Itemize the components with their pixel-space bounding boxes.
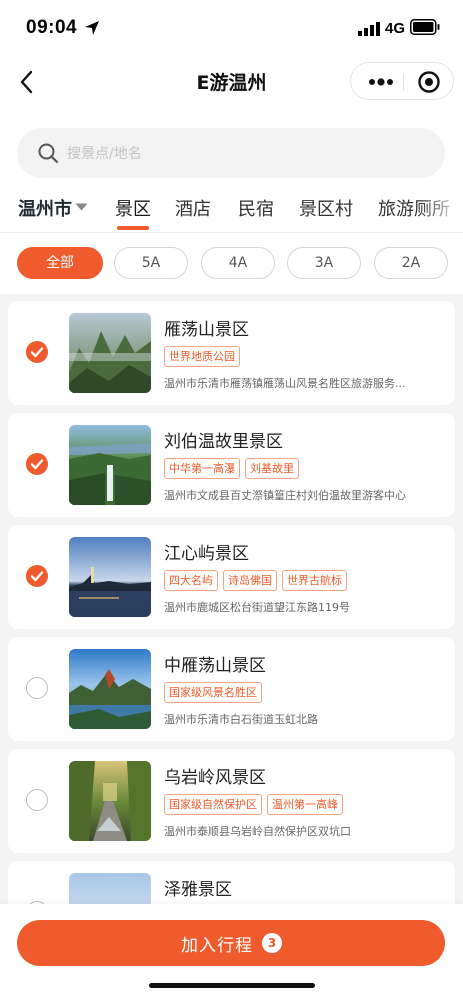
tag-list: 世界地质公园 bbox=[164, 345, 245, 367]
signal-icon bbox=[358, 22, 380, 36]
filter-3a[interactable]: 3A bbox=[287, 247, 361, 279]
checkbox-checked[interactable] bbox=[26, 341, 48, 363]
check-icon bbox=[30, 571, 44, 582]
tab-homestays[interactable]: 民宿 bbox=[238, 195, 274, 221]
spot-address: 温州市乐清市白石街道玉虹北路 bbox=[164, 713, 318, 726]
more-dots-icon[interactable] bbox=[368, 74, 394, 90]
checkbox-checked[interactable] bbox=[26, 565, 48, 587]
spot-address: 温州市乐清市雁荡镇雁荡山风景名胜区旅游服务... bbox=[164, 377, 406, 390]
tag: 诗岛佛国 bbox=[223, 570, 277, 591]
spot-name: 雁荡山景区 bbox=[164, 320, 249, 340]
tabs-divider bbox=[0, 232, 463, 233]
spot-address: 温州市鹿城区松台街道望江东路119号 bbox=[164, 601, 350, 614]
checkbox-checked[interactable] bbox=[26, 453, 48, 475]
search-placeholder: 搜景点/地名 bbox=[67, 146, 142, 162]
mini-program-capsule bbox=[350, 62, 454, 100]
nav-bar: E游温州 bbox=[0, 56, 463, 108]
list-item[interactable]: 乌岩岭风景区 国家级自然保护区 温州第一高峰 温州市泰顺县乌岩岭自然保护区双坑口 bbox=[8, 749, 455, 853]
caret-down-icon[interactable] bbox=[75, 203, 88, 211]
list-item[interactable]: 雁荡山景区 世界地质公园 温州市乐清市雁荡镇雁荡山风景名胜区旅游服务... bbox=[8, 301, 455, 405]
tag-list: 中华第一高瀑 刘基故里 bbox=[164, 457, 304, 479]
tab-scenic-villages[interactable]: 景区村 bbox=[299, 195, 353, 221]
tag: 世界古航标 bbox=[282, 570, 347, 591]
status-time: 09:04 bbox=[26, 17, 78, 38]
selected-count-badge: 3 bbox=[262, 933, 282, 953]
scenic-photo bbox=[69, 537, 151, 617]
active-tab-indicator bbox=[117, 226, 149, 230]
search-input[interactable]: 搜景点/地名 bbox=[17, 128, 445, 178]
tag: 温州第一高峰 bbox=[267, 794, 343, 815]
spot-name: 江心屿景区 bbox=[164, 544, 249, 564]
spot-address: 温州市泰顺县乌岩岭自然保护区双坑口 bbox=[164, 825, 351, 838]
scenic-photo bbox=[69, 313, 151, 393]
scenic-photo bbox=[69, 761, 151, 841]
tag-list: 国家级自然保护区 温州第一高峰 bbox=[164, 793, 348, 815]
filter-4a[interactable]: 4A bbox=[201, 247, 275, 279]
battery-icon bbox=[410, 19, 440, 35]
add-to-itinerary-label: 加入行程 bbox=[181, 936, 253, 956]
list-item[interactable]: 江心屿景区 四大名屿 诗岛佛国 世界古航标 温州市鹿城区松台街道望江东路119号 bbox=[8, 525, 455, 629]
check-icon bbox=[30, 347, 44, 358]
category-tabs: 温州市 景区 酒店 民宿 景区村 旅游厕所 bbox=[0, 186, 463, 232]
add-to-itinerary-button[interactable]: 加入行程 3 bbox=[17, 920, 445, 966]
checkbox-unchecked[interactable] bbox=[26, 677, 48, 699]
tag: 国家级风景名胜区 bbox=[164, 682, 262, 703]
tag: 国家级自然保护区 bbox=[164, 794, 262, 815]
city-selector[interactable]: 温州市 bbox=[18, 195, 72, 221]
checkbox-unchecked[interactable] bbox=[26, 789, 48, 811]
tag: 四大名屿 bbox=[164, 570, 218, 591]
spot-name: 中雁荡山景区 bbox=[164, 656, 266, 676]
tab-scenic-spots[interactable]: 景区 bbox=[115, 195, 151, 221]
home-indicator bbox=[149, 983, 315, 988]
spot-name: 泽雅景区 bbox=[164, 880, 232, 900]
capsule-divider bbox=[403, 73, 404, 91]
target-close-icon[interactable] bbox=[417, 70, 441, 94]
filter-all[interactable]: 全部 bbox=[17, 247, 103, 279]
tag: 中华第一高瀑 bbox=[164, 458, 240, 479]
spot-name: 刘伯温故里景区 bbox=[164, 432, 283, 452]
list-item[interactable]: 刘伯温故里景区 中华第一高瀑 刘基故里 温州市文成县百丈漈镇篁庄村刘伯温故里游客中… bbox=[8, 413, 455, 517]
list-item[interactable]: 中雁荡山景区 国家级风景名胜区 温州市乐清市白石街道玉虹北路 bbox=[8, 637, 455, 741]
location-arrow-icon bbox=[85, 21, 99, 35]
scenic-photo bbox=[69, 425, 151, 505]
tabs-fade bbox=[420, 186, 463, 232]
check-icon bbox=[30, 459, 44, 470]
tab-hotels[interactable]: 酒店 bbox=[175, 195, 211, 221]
filter-5a[interactable]: 5A bbox=[114, 247, 188, 279]
tag-list: 四大名屿 诗岛佛国 世界古航标 bbox=[164, 569, 352, 591]
network-label: 4G bbox=[385, 20, 406, 37]
tag-list: 国家级风景名胜区 bbox=[164, 681, 267, 703]
filter-2a[interactable]: 2A bbox=[374, 247, 448, 279]
spot-name: 乌岩岭风景区 bbox=[164, 768, 266, 788]
scenic-photo bbox=[69, 649, 151, 729]
tag: 世界地质公园 bbox=[164, 346, 240, 367]
tag: 刘基故里 bbox=[245, 458, 299, 479]
spot-address: 温州市文成县百丈漈镇篁庄村刘伯温故里游客中心 bbox=[164, 489, 406, 502]
search-icon bbox=[38, 143, 59, 164]
status-bar: 09:04 4G bbox=[0, 0, 463, 56]
